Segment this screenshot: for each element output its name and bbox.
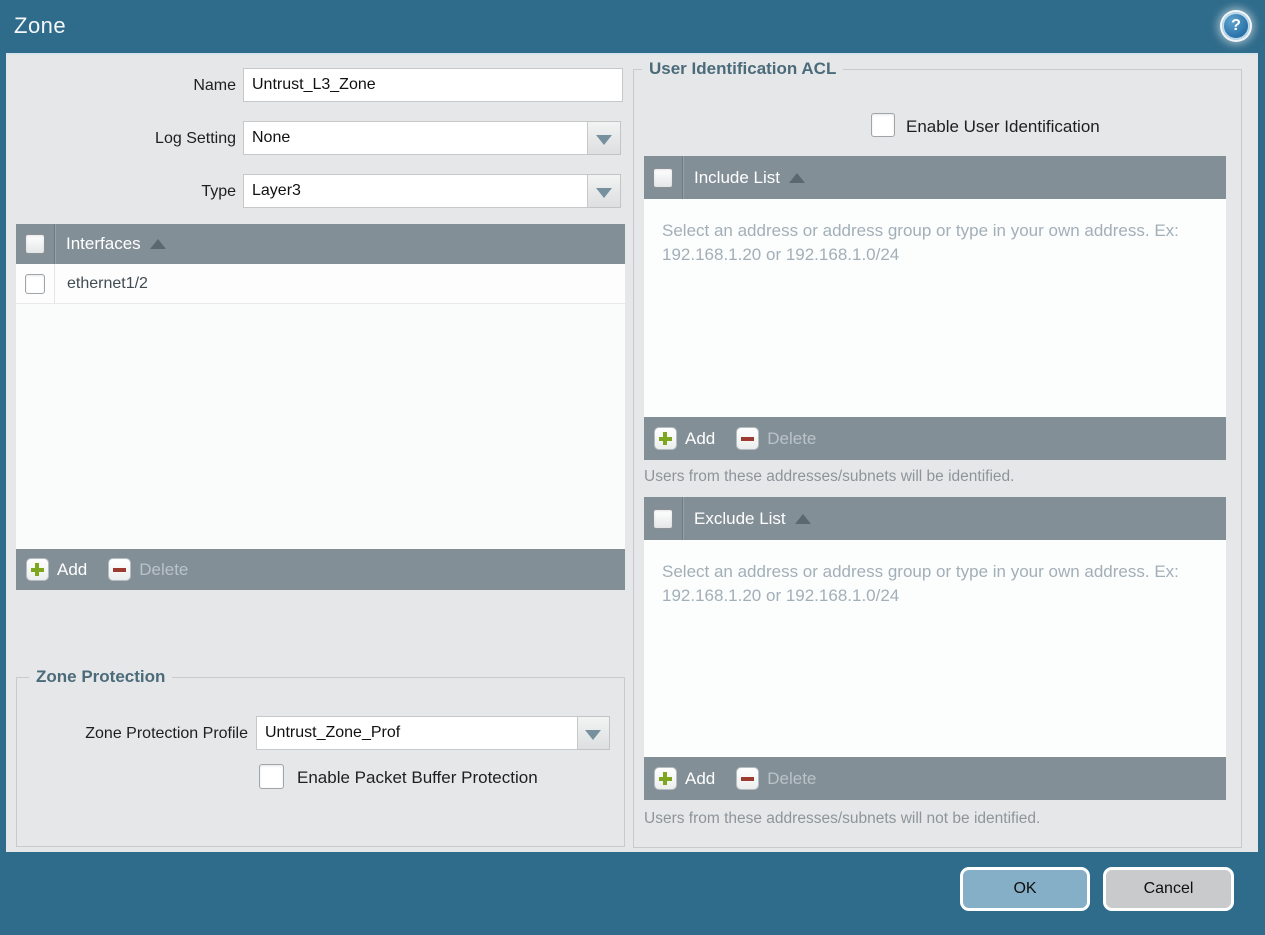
add-button-label: Add — [685, 768, 716, 788]
type-select[interactable] — [243, 174, 588, 208]
chevron-down-icon — [596, 135, 612, 145]
name-input[interactable] — [243, 68, 623, 102]
enable-user-identification-checkbox[interactable] — [871, 113, 895, 137]
log-setting-dropdown-button[interactable] — [588, 121, 621, 155]
type-dropdown-button[interactable] — [588, 174, 621, 208]
include-add-button[interactable]: Add — [654, 427, 715, 450]
chevron-down-icon — [596, 188, 612, 198]
log-setting-select[interactable] — [243, 121, 588, 155]
zone-protection-legend: Zone Protection — [29, 667, 173, 687]
select-all-interfaces-checkbox[interactable] — [25, 234, 45, 254]
type-label: Type — [201, 183, 236, 200]
column-divider — [54, 224, 55, 264]
include-list-placeholder: Select an address or address group or ty… — [662, 221, 1179, 264]
add-interface-button[interactable]: Add — [26, 558, 87, 581]
user-identification-section: User Identification ACL Enable User Iden… — [633, 59, 1242, 848]
sort-ascending-icon — [794, 513, 811, 524]
exclude-list-header[interactable]: Exclude List — [644, 497, 1226, 540]
name-label: Name — [193, 77, 236, 94]
zone-protection-profile-select[interactable] — [256, 716, 578, 750]
enable-user-identification-label: Enable User Identification — [906, 117, 1100, 136]
sort-ascending-icon — [789, 172, 805, 183]
include-select-all-checkbox[interactable] — [653, 167, 673, 188]
exclude-list-caption: Users from these addresses/subnets will … — [644, 810, 1041, 827]
delete-interface-button[interactable]: Delete — [108, 558, 188, 581]
column-divider — [682, 156, 683, 199]
minus-icon — [736, 767, 760, 790]
zone-protection-profile-dropdown-button[interactable] — [578, 716, 610, 750]
minus-icon — [108, 558, 132, 581]
interfaces-column-header: Interfaces — [66, 234, 141, 253]
include-list-footer: Add Delete — [644, 417, 1226, 460]
packet-buffer-protection-checkbox[interactable] — [259, 764, 284, 789]
table-row[interactable]: ethernet1/2 — [16, 264, 625, 304]
ok-button[interactable]: OK — [960, 867, 1090, 911]
zone-protection-section: Zone Protection Zone Protection Profile … — [16, 667, 625, 847]
page-title: Zone — [14, 13, 67, 38]
log-setting-label: Log Setting — [155, 130, 236, 147]
plus-icon — [26, 558, 49, 581]
add-button-label: Add — [685, 428, 716, 448]
packet-buffer-protection-label: Enable Packet Buffer Protection — [297, 768, 538, 787]
exclude-list-column-header: Exclude List — [694, 508, 786, 528]
delete-button-label: Delete — [767, 768, 817, 788]
column-divider — [54, 264, 55, 303]
delete-button-label: Delete — [767, 428, 817, 448]
exclude-delete-button[interactable]: Delete — [736, 767, 816, 790]
dialog-body: Name Log Setting Type Interfaces etherne… — [6, 53, 1258, 852]
interfaces-table-footer: Add Delete — [16, 549, 625, 590]
chevron-down-icon — [585, 730, 601, 740]
interface-name: ethernet1/2 — [67, 274, 148, 292]
plus-icon — [654, 767, 677, 790]
exclude-list-body[interactable]: Select an address or address group or ty… — [644, 540, 1226, 757]
exclude-select-all-checkbox[interactable] — [653, 508, 673, 529]
help-icon[interactable]: ? — [1222, 12, 1250, 40]
cancel-button[interactable]: Cancel — [1103, 867, 1234, 911]
delete-button-label: Delete — [139, 559, 189, 579]
column-divider — [682, 497, 683, 540]
include-list-caption: Users from these addresses/subnets will … — [644, 468, 1015, 485]
sort-ascending-icon — [149, 239, 166, 249]
interfaces-table-header[interactable]: Interfaces — [16, 224, 625, 264]
include-list-body[interactable]: Select an address or address group or ty… — [644, 199, 1226, 417]
interfaces-empty-area — [16, 304, 625, 549]
include-list-column-header: Include List — [694, 167, 780, 187]
include-list-header[interactable]: Include List — [644, 156, 1226, 199]
exclude-add-button[interactable]: Add — [654, 767, 715, 790]
dialog-header: Zone ? — [0, 0, 1265, 53]
add-button-label: Add — [57, 559, 88, 579]
include-delete-button[interactable]: Delete — [736, 427, 816, 450]
interface-row-checkbox[interactable] — [25, 273, 45, 294]
exclude-list-footer: Add Delete — [644, 757, 1226, 800]
minus-icon — [736, 427, 760, 450]
zone-protection-profile-label: Zone Protection Profile — [85, 725, 248, 742]
exclude-list-placeholder: Select an address or address group or ty… — [662, 562, 1179, 605]
user-identification-legend: User Identification ACL — [642, 59, 844, 79]
plus-icon — [654, 427, 677, 450]
